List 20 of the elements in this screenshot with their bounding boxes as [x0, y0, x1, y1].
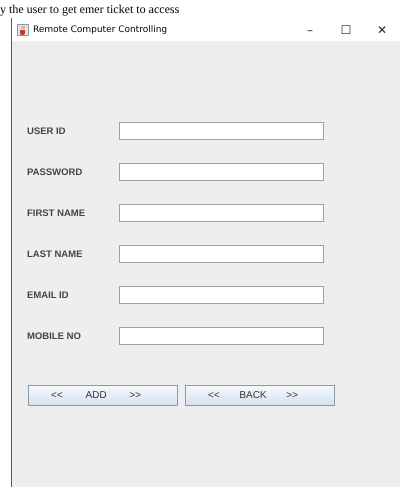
maximize-button[interactable]: ☐ [328, 18, 364, 41]
window-title: Remote Computer Controlling [33, 24, 168, 34]
input-field[interactable] [119, 122, 324, 140]
input-field[interactable] [119, 245, 324, 263]
field-label: LAST NAME [27, 248, 84, 260]
input-field[interactable] [119, 204, 324, 222]
field-label: PASSWORD [27, 166, 84, 178]
input-field[interactable] [119, 163, 324, 181]
field-label: EMAIL ID [27, 290, 70, 300]
java-cup-icon [17, 24, 29, 36]
close-button[interactable]: ✕ [364, 18, 400, 41]
document-text: y the user to get emer ticket to access [0, 3, 180, 16]
minimize-button[interactable]: – [292, 18, 328, 41]
form-button[interactable]: << BACK >> [185, 385, 335, 406]
input-field[interactable] [119, 327, 324, 345]
form-button[interactable]: << ADD >> [28, 385, 178, 406]
field-label: FIRST NAME [27, 208, 86, 218]
field-label: USER ID [27, 126, 67, 136]
field-label: MOBILE NO [27, 330, 82, 342]
input-field[interactable] [119, 286, 324, 304]
